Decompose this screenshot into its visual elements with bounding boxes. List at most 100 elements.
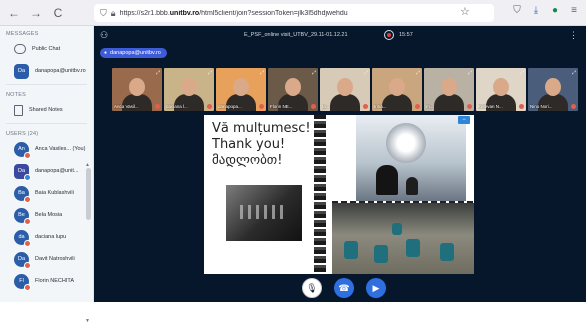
webcam-tile[interactable]: danapopa... ⤢ — [216, 68, 266, 111]
mic-status-icon — [24, 261, 31, 269]
fullscreen-icon[interactable]: ⤢ — [520, 70, 524, 76]
media-controls: 🎙︎ ☎︎ ▶ — [302, 278, 386, 298]
muted-icon — [415, 104, 420, 109]
user-name: Florin NECHITA — [35, 278, 75, 284]
shield-icon[interactable]: ⛉ — [100, 8, 107, 19]
muted-icon — [155, 104, 160, 109]
mic-status-icon — [24, 239, 31, 247]
fullscreen-icon[interactable]: ⤢ — [260, 70, 264, 76]
microphone-icon: ● — [104, 50, 108, 56]
fullscreen-icon[interactable]: ⤢ — [312, 70, 316, 76]
mic-status-icon — [24, 151, 31, 159]
slide-photo-classroom — [332, 203, 474, 274]
user-name: Anca Vasiles... (You) — [35, 146, 86, 152]
public-chat-label: Public Chat — [32, 46, 61, 52]
presentation-slide: Vă mulțumesc! Thank you! მადლობთ! — [204, 115, 474, 274]
mute-microphone-button[interactable]: 🎙︎ — [302, 278, 322, 298]
divider — [6, 84, 87, 85]
webcam-tile[interactable]: Anca Vasil... ⤢ — [112, 68, 162, 111]
user-item[interactable]: An Anca Vasiles... (You) — [0, 138, 93, 160]
avatar: An — [14, 141, 31, 159]
public-chat-item[interactable]: Public Chat — [0, 38, 93, 60]
address-bar[interactable]: ⛉ 🔒︎ https://s2r1.bbb.unitbv.ro/html5cli… — [94, 4, 494, 22]
leave-audio-button[interactable]: ☎︎ — [334, 278, 354, 298]
presenter-name: danapopa@unitbv.ro — [110, 50, 161, 56]
shared-notes-item[interactable]: Shared Notes — [0, 99, 93, 121]
webcam-tile[interactable]: Ia... ⤢ — [320, 68, 370, 111]
muted-icon — [571, 104, 576, 109]
recording-icon[interactable] — [384, 30, 394, 40]
webcam-user-name: daciana l... — [166, 104, 188, 109]
share-webcam-button[interactable]: ▶ — [366, 278, 386, 298]
user-name: daciana lupu — [35, 234, 67, 240]
extension-icon[interactable]: ● — [549, 5, 561, 16]
avatar: Da — [14, 163, 31, 181]
fullscreen-icon[interactable]: ⤢ — [416, 70, 420, 76]
bookmark-star-icon[interactable]: ☆ — [460, 5, 470, 18]
webcam-tile[interactable]: Nino Nori... ⤢ — [528, 68, 578, 111]
download-icon[interactable]: ⤓ — [530, 5, 542, 16]
user-item[interactable]: Da danapopa@unit... — [0, 160, 93, 182]
recording-timer: 15:57 — [399, 32, 413, 38]
pocket-icon[interactable]: ⛉ — [511, 5, 523, 16]
webcam-user-name: Irina... — [374, 104, 387, 109]
muted-icon — [311, 104, 316, 109]
browser-extension-icons: ⛉ ⤓ ● ≡ — [511, 5, 580, 16]
meeting-area: ⚇ E_PSF_online visit_UTBV_29.11-01.12.21… — [94, 26, 586, 302]
webcam-strip: Anca Vasil... ⤢ daciana l... ⤢ danapopa... ⤢ F… — [112, 68, 578, 111]
messages-title: MESSAGES — [6, 31, 39, 37]
menu-icon[interactable]: ≡ — [568, 5, 580, 16]
notes-title: NOTES — [6, 92, 26, 98]
fullscreen-icon[interactable]: ⤢ — [572, 70, 576, 76]
webcam-tile[interactable]: daciana l... ⤢ — [164, 68, 214, 111]
presenter-indicator: ● danapopa@unitbv.ro — [100, 48, 167, 58]
avatar: Ba — [14, 185, 31, 203]
user-item[interactable]: da daciana lupu — [0, 226, 93, 248]
webcam-tile[interactable]: Irina... ⤢ — [372, 68, 422, 111]
user-item[interactable]: Da Davit Natroshvili — [0, 248, 93, 270]
user-item[interactable]: Fl Florin NECHITA — [0, 270, 93, 292]
users-scrollbar[interactable] — [86, 168, 91, 220]
back-icon[interactable]: ← — [6, 5, 22, 21]
webcam-tile[interactable]: Florin NE... ⤢ — [268, 68, 318, 111]
mic-status-icon — [24, 283, 31, 291]
avatar: Be — [14, 207, 31, 225]
url-text[interactable]: https://s2r1.bbb.unitbv.ro/html5client/j… — [120, 10, 348, 17]
muted-icon — [467, 104, 472, 109]
webcam-tile[interactable]: Ketevan N... ⤢ — [476, 68, 526, 111]
user-item[interactable]: Be Bela Mosia — [0, 204, 93, 226]
user-name: Bela Mosia — [35, 212, 63, 218]
webcam-tile[interactable]: m... ⤢ — [424, 68, 474, 111]
user-item[interactable]: Ba Baia Kublashvili — [0, 182, 93, 204]
fullscreen-icon[interactable]: ⤢ — [468, 70, 472, 76]
slide-thanks-georgian: მადლობთ! — [212, 153, 283, 168]
fullscreen-icon[interactable]: ⤢ — [208, 70, 212, 76]
webcam-user-name: Anca Vasil... — [114, 104, 139, 109]
slide-thanks-english: Thank you! — [212, 137, 286, 152]
user-name: Baia Kublashvili — [35, 190, 74, 196]
avatar: Da — [14, 63, 29, 79]
webcam-user-name: Ia... — [322, 104, 330, 109]
private-chat-item[interactable]: Da danapopa@unitbv.ro — [0, 60, 93, 82]
fullscreen-icon[interactable]: ⤢ — [364, 70, 368, 76]
minimize-presentation-button[interactable]: − — [458, 116, 470, 124]
avatar: Fl — [14, 273, 31, 291]
lock-icon[interactable]: 🔒︎ — [111, 8, 116, 19]
mic-status-icon — [24, 195, 31, 203]
reload-icon[interactable]: C — [50, 5, 66, 21]
muted-icon — [259, 104, 264, 109]
browser-toolbar: ← → C ⛉ 🔒︎ https://s2r1.bbb.unitbv.ro/ht… — [0, 0, 586, 26]
mic-status-icon — [24, 217, 31, 225]
meeting-title: E_PSF_online visit_UTBV_29.11-01.12.21 — [244, 32, 348, 38]
fullscreen-icon[interactable]: ⤢ — [156, 70, 160, 76]
more-options-icon[interactable]: ⋮ — [569, 30, 578, 41]
private-chat-label: danapopa@unitbv.ro — [35, 68, 86, 74]
scroll-down-icon[interactable]: ▼ — [85, 318, 90, 324]
webcam-user-name: danapopa... — [218, 104, 242, 109]
forward-icon[interactable]: → — [28, 5, 44, 21]
users-toggle-icon[interactable]: ⚇ — [100, 30, 108, 41]
muted-icon — [207, 104, 212, 109]
slide-film-strip — [314, 115, 326, 274]
sidebar: MESSAGES Public Chat Da danapopa@unitbv.… — [0, 26, 94, 324]
chat-icon — [14, 44, 26, 54]
